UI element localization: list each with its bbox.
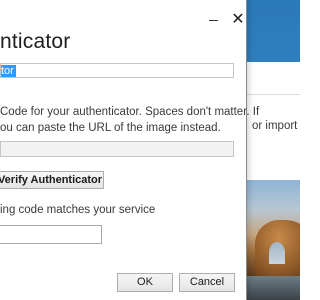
sea xyxy=(247,276,300,300)
cancel-button[interactable]: Cancel xyxy=(179,273,235,292)
verification-code-field[interactable] xyxy=(0,225,102,244)
background-app-header xyxy=(247,0,300,62)
screen: or import y nticator ✕ tor Code for your… xyxy=(0,0,300,300)
instructions-line-2: ou can paste the URL of the image instea… xyxy=(0,122,221,134)
dialog-title: nticator xyxy=(0,30,71,53)
secret-code-instructions: Code for your authenticator. Spaces don'… xyxy=(0,104,260,136)
secret-code-input[interactable] xyxy=(0,141,234,157)
rock-arch xyxy=(269,242,285,264)
authenticator-name-input[interactable]: tor xyxy=(0,63,234,78)
verify-authenticator-button[interactable]: Verify Authenticator xyxy=(0,171,104,189)
background-divider xyxy=(247,94,300,95)
add-authenticator-dialog: nticator ✕ tor Code for your authenticat… xyxy=(0,0,260,300)
close-icon[interactable]: ✕ xyxy=(231,12,245,28)
instructions-line-1: Code for your authenticator. Spaces don'… xyxy=(0,106,260,118)
background-landscape-image xyxy=(247,180,300,300)
background-import-text: or import y xyxy=(252,120,300,132)
verify-code-note: ing code matches your service xyxy=(0,204,156,216)
ok-button[interactable]: OK xyxy=(117,273,173,292)
minimize-icon[interactable] xyxy=(208,14,220,26)
selected-name-text: tor xyxy=(1,65,16,77)
